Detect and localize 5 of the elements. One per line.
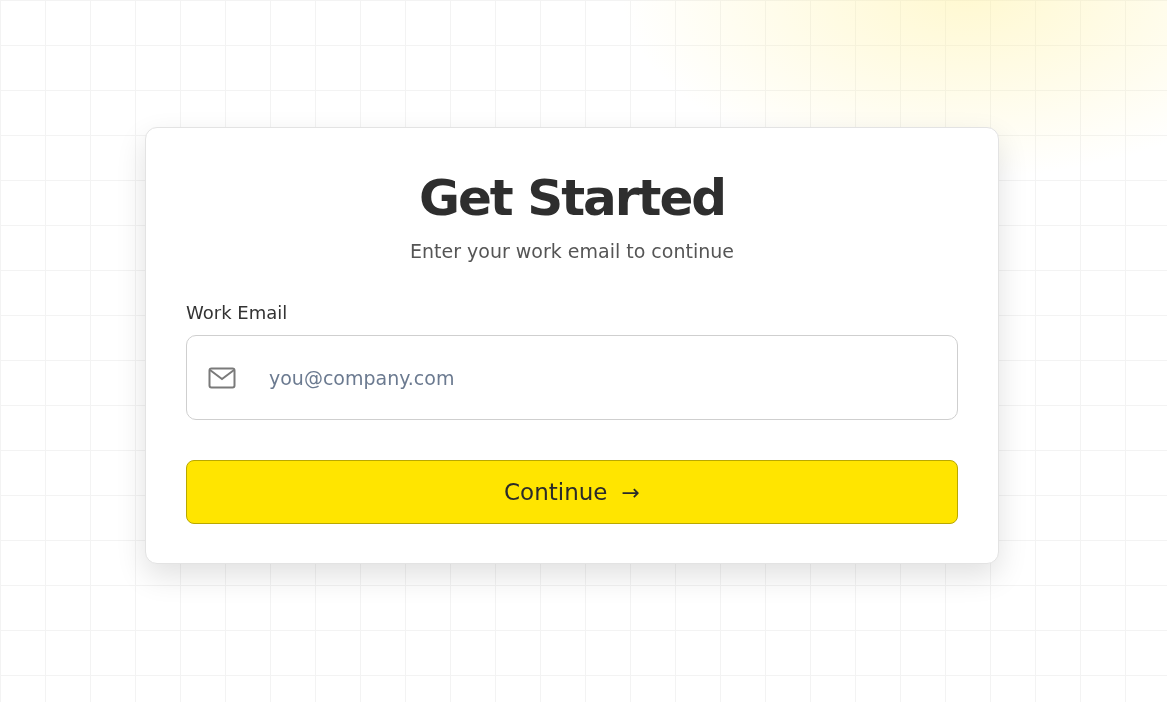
continue-button[interactable]: Continue → bbox=[186, 460, 958, 524]
page-title: Get Started bbox=[418, 168, 726, 228]
subtitle: Enter your work email to continue bbox=[410, 240, 734, 262]
email-input-field[interactable]: you@company.com bbox=[186, 335, 958, 420]
field-label: Work Email bbox=[186, 302, 288, 323]
